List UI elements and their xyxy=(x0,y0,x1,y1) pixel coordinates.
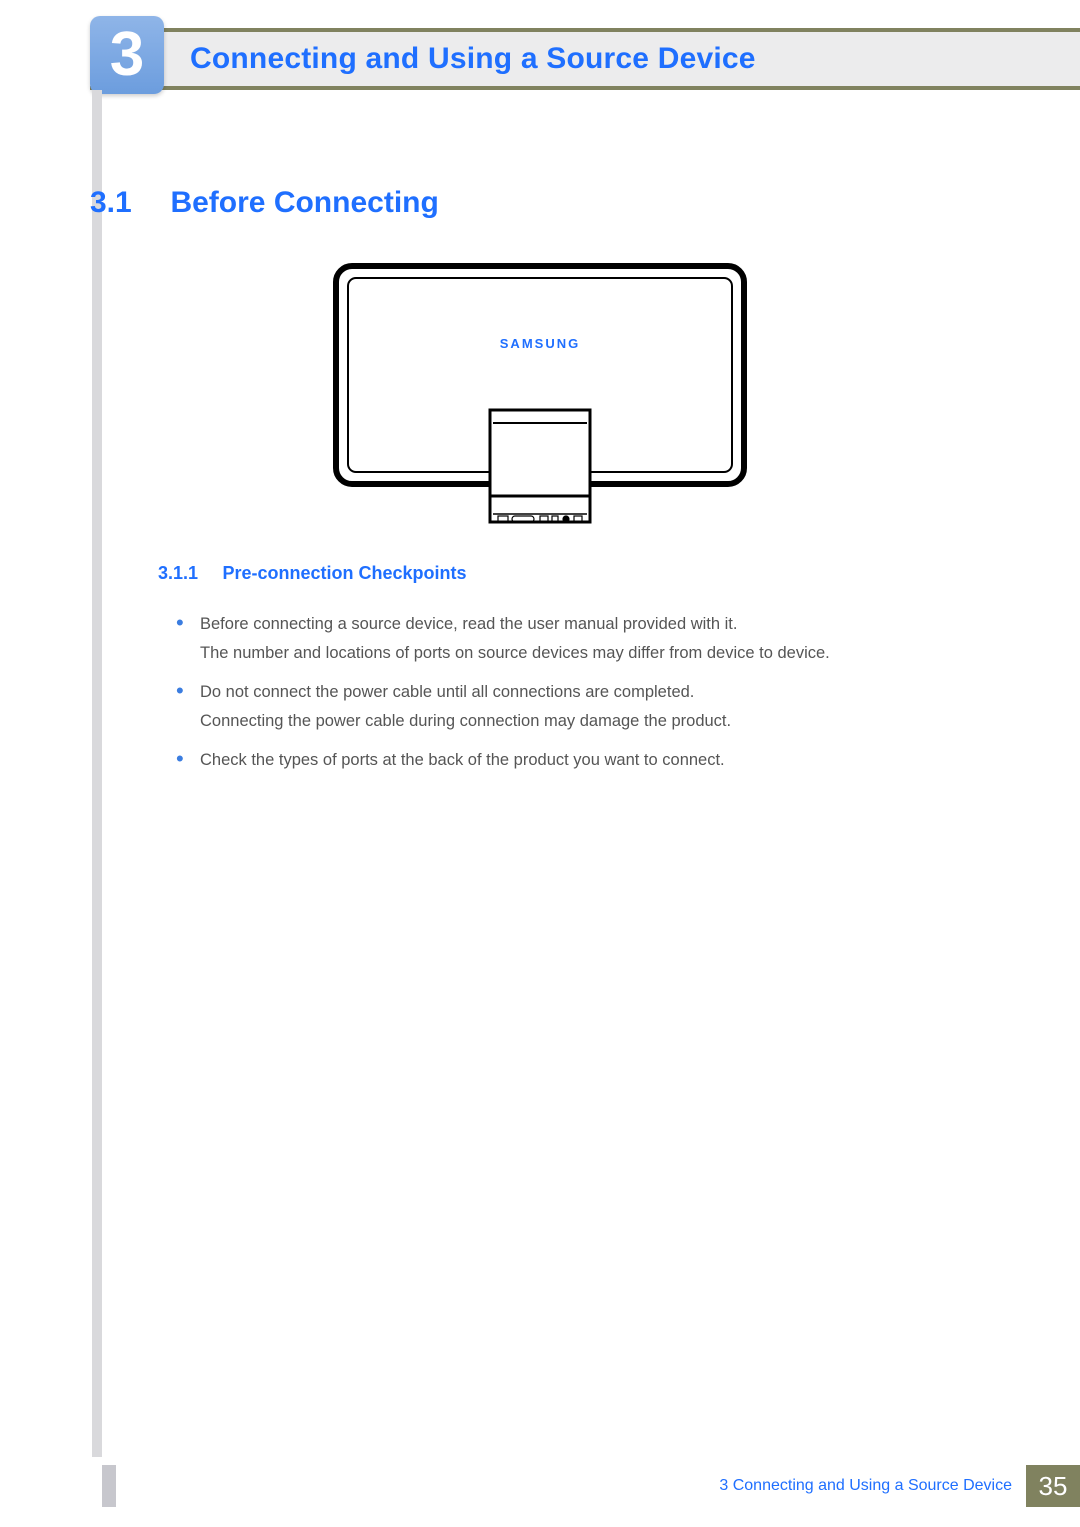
footer-accent-block xyxy=(102,1465,116,1507)
section-heading: 3.1 Before Connecting xyxy=(90,186,990,220)
bullet-line: Connecting the power cable during connec… xyxy=(200,707,990,736)
chapter-title: Connecting and Using a Source Device xyxy=(190,42,756,76)
monitor-illustration: SAMSUNG xyxy=(330,260,750,545)
list-item: • Check the types of ports at the back o… xyxy=(176,746,990,775)
page-number-box: 35 xyxy=(1026,1465,1080,1507)
subsection-heading: 3.1.1 Pre-connection Checkpoints xyxy=(158,563,990,584)
bullet-icon: • xyxy=(176,678,200,736)
bullet-list: • Before connecting a source device, rea… xyxy=(176,610,990,784)
monitor-brand-label: SAMSUNG xyxy=(500,336,580,351)
list-item: • Do not connect the power cable until a… xyxy=(176,678,990,736)
subsection-title: Pre-connection Checkpoints xyxy=(222,563,466,583)
bullet-line: Check the types of ports at the back of … xyxy=(200,746,990,775)
section-title: Before Connecting xyxy=(170,186,438,220)
bullet-line: Do not connect the power cable until all… xyxy=(200,678,990,707)
subsection-number: 3.1.1 xyxy=(158,563,218,584)
list-item: • Before connecting a source device, rea… xyxy=(176,610,990,668)
bullet-line: The number and locations of ports on sou… xyxy=(200,639,990,668)
page-number: 35 xyxy=(1039,1471,1068,1502)
page-footer: 3 Connecting and Using a Source Device 3… xyxy=(102,1465,1080,1507)
header-inner: Connecting and Using a Source Device xyxy=(90,32,1080,86)
header-bar: Connecting and Using a Source Device xyxy=(90,28,1080,90)
chapter-badge: 3 xyxy=(90,16,164,94)
bullet-line: Before connecting a source device, read … xyxy=(200,610,990,639)
section-number: 3.1 xyxy=(90,186,166,220)
footer-text: 3 Connecting and Using a Source Device xyxy=(719,1477,1012,1495)
bullet-icon: • xyxy=(176,610,200,668)
left-margin-rule xyxy=(92,90,102,1457)
chapter-number: 3 xyxy=(110,24,144,86)
bullet-icon: • xyxy=(176,746,200,775)
monitor-svg-icon: SAMSUNG xyxy=(330,260,750,540)
